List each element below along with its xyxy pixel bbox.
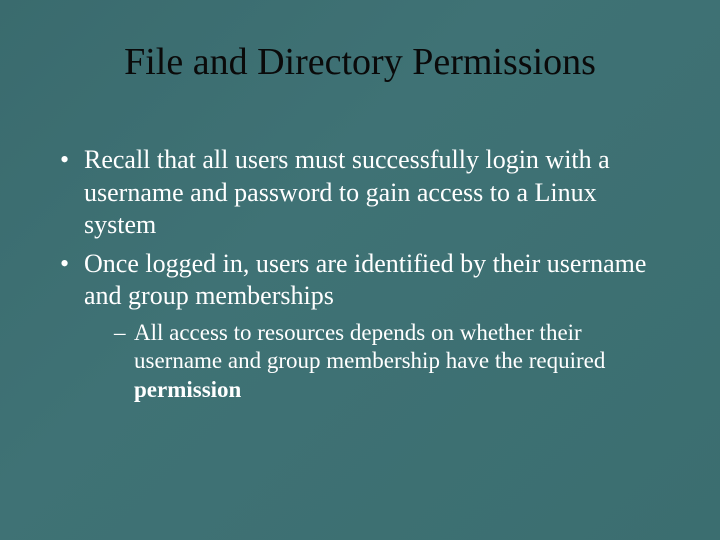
bullet-item: Once logged in, users are identified by … <box>60 248 670 405</box>
sub-bullet-list: All access to resources depends on wheth… <box>84 319 670 405</box>
sub-bullet-item: All access to resources depends on wheth… <box>114 319 670 405</box>
bullet-item: Recall that all users must successfully … <box>60 144 670 242</box>
slide-title: File and Directory Permissions <box>40 40 680 84</box>
slide: File and Directory Permissions Recall th… <box>0 0 720 540</box>
slide-body: Recall that all users must successfully … <box>40 144 680 405</box>
bullet-list: Recall that all users must successfully … <box>40 144 680 405</box>
sub-bullet-bold: permission <box>134 377 241 402</box>
bullet-text: Once logged in, users are identified by … <box>84 249 646 311</box>
sub-bullet-text: All access to resources depends on wheth… <box>134 320 605 374</box>
